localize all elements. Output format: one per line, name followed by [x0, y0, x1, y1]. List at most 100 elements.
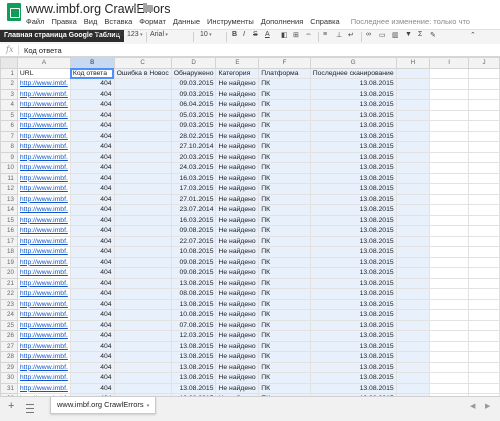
url-cell[interactable]: http://www.imbf. [16, 120, 71, 132]
empty-cell[interactable] [429, 235, 470, 247]
url-cell[interactable]: http://www.imbf. [16, 330, 71, 342]
response-code-cell[interactable]: 404 [69, 330, 115, 342]
category-cell[interactable]: Не найдено [215, 151, 260, 163]
empty-cell[interactable] [468, 351, 500, 363]
category-cell[interactable]: Не найдено [215, 246, 260, 258]
row-header[interactable]: 5 [0, 109, 18, 121]
empty-cell[interactable] [468, 288, 500, 300]
empty-cell[interactable] [429, 162, 470, 174]
empty-cell[interactable] [468, 372, 500, 384]
last-crawl-cell[interactable]: 13.08.2015 [309, 88, 397, 100]
menu-file[interactable]: Файл [26, 17, 44, 29]
url-cell[interactable]: http://www.imbf. [16, 351, 71, 363]
empty-cell[interactable] [395, 78, 431, 90]
category-cell[interactable]: Не найдено [215, 225, 260, 237]
category-cell[interactable]: Не найдено [215, 309, 260, 321]
category-cell[interactable]: Не найдено [215, 235, 260, 247]
empty-cell[interactable] [395, 151, 431, 163]
category-cell[interactable]: Не найдено [215, 172, 260, 184]
column-header-e[interactable]: E [215, 57, 260, 69]
category-cell[interactable]: Не найдено [215, 361, 260, 373]
empty-cell[interactable] [395, 88, 431, 100]
empty-cell[interactable] [395, 372, 431, 384]
category-cell[interactable]: Не найдено [215, 88, 260, 100]
row-header[interactable]: 16 [0, 225, 18, 237]
category-cell[interactable]: Не найдено [215, 109, 260, 121]
last-crawl-cell[interactable]: 13.08.2015 [309, 382, 397, 394]
url-cell[interactable]: http://www.imbf. [16, 256, 71, 268]
category-cell[interactable]: Не найдено [215, 120, 260, 132]
platform-cell[interactable]: ПК [258, 246, 311, 258]
category-cell[interactable]: Не найдено [215, 141, 260, 153]
category-cell[interactable]: Не найдено [215, 267, 260, 279]
category-cell[interactable]: Не найдено [215, 183, 260, 195]
empty-cell[interactable] [395, 256, 431, 268]
detected-date-cell[interactable]: 07.08.2015 [170, 319, 217, 331]
row-header[interactable]: 30 [0, 372, 18, 384]
detected-date-cell[interactable]: 08.08.2015 [170, 288, 217, 300]
column-header-c[interactable]: C [113, 57, 172, 69]
header-cell-last-crawl[interactable]: Последнее сканирование [309, 67, 397, 79]
platform-cell[interactable]: ПК [258, 340, 311, 352]
empty-cell[interactable] [468, 162, 500, 174]
empty-cell[interactable] [429, 67, 470, 79]
news-error-cell[interactable] [113, 225, 172, 237]
category-cell[interactable]: Не найдено [215, 130, 260, 142]
platform-cell[interactable]: ПК [258, 109, 311, 121]
url-cell[interactable]: http://www.imbf. [16, 193, 71, 205]
text-color-button[interactable]: A [265, 31, 270, 38]
borders-icon[interactable]: ⊞ [293, 31, 299, 39]
detected-date-cell[interactable]: 16.03.2015 [170, 172, 217, 184]
decrease-decimals-button[interactable]: .0 [104, 31, 110, 38]
detected-date-cell[interactable]: 09.08.2015 [170, 225, 217, 237]
last-crawl-cell[interactable]: 13.08.2015 [309, 372, 397, 384]
last-crawl-cell[interactable]: 13.08.2015 [309, 120, 397, 132]
column-header-b[interactable]: B [69, 57, 115, 69]
empty-cell[interactable] [429, 193, 470, 205]
response-code-cell[interactable]: 404 [69, 193, 115, 205]
response-code-cell[interactable]: 404 [69, 340, 115, 352]
header-cell-detected[interactable]: Обнаружено [170, 67, 217, 79]
url-cell[interactable]: http://www.imbf. [16, 141, 71, 153]
response-code-cell[interactable]: 404 [69, 214, 115, 226]
url-cell[interactable]: http://www.imbf. [16, 88, 71, 100]
last-crawl-cell[interactable]: 13.08.2015 [309, 298, 397, 310]
url-cell[interactable]: http://www.imbf. [16, 214, 71, 226]
empty-cell[interactable] [395, 204, 431, 216]
detected-date-cell[interactable]: 13.08.2015 [170, 382, 217, 394]
font-size-dropdown[interactable]: 10 [200, 31, 212, 38]
detected-date-cell[interactable]: 22.07.2015 [170, 235, 217, 247]
link-icon[interactable]: ∞ [366, 31, 371, 38]
response-code-cell[interactable]: 404 [69, 361, 115, 373]
url-cell[interactable]: http://www.imbf. [16, 309, 71, 321]
detected-date-cell[interactable]: 13.08.2015 [170, 277, 217, 289]
percent-format-button[interactable]: % [94, 31, 100, 38]
last-crawl-cell[interactable]: 13.08.2015 [309, 162, 397, 174]
news-error-cell[interactable] [113, 372, 172, 384]
detected-date-cell[interactable]: 10.08.2015 [170, 309, 217, 321]
empty-cell[interactable] [429, 267, 470, 279]
empty-cell[interactable] [468, 193, 500, 205]
empty-cell[interactable] [468, 298, 500, 310]
category-cell[interactable]: Не найдено [215, 382, 260, 394]
empty-cell[interactable] [429, 319, 470, 331]
row-header[interactable]: 17 [0, 235, 18, 247]
filter-icon[interactable]: ▼ [405, 31, 412, 38]
row-header[interactable]: 21 [0, 277, 18, 289]
category-cell[interactable]: Не найдено [215, 204, 260, 216]
menu-view[interactable]: Вид [84, 17, 98, 29]
menu-help[interactable]: Справка [310, 17, 339, 29]
empty-cell[interactable] [429, 277, 470, 289]
empty-cell[interactable] [395, 172, 431, 184]
row-header[interactable]: 15 [0, 214, 18, 226]
platform-cell[interactable]: ПК [258, 288, 311, 300]
last-crawl-cell[interactable]: 13.08.2015 [309, 151, 397, 163]
empty-cell[interactable] [429, 88, 470, 100]
functions-button[interactable]: Σ [418, 31, 422, 38]
news-error-cell[interactable] [113, 204, 172, 216]
response-code-cell[interactable]: 404 [69, 78, 115, 90]
empty-cell[interactable] [429, 109, 470, 121]
last-crawl-cell[interactable]: 13.08.2015 [309, 319, 397, 331]
last-crawl-cell[interactable]: 13.08.2015 [309, 256, 397, 268]
empty-cell[interactable] [468, 235, 500, 247]
